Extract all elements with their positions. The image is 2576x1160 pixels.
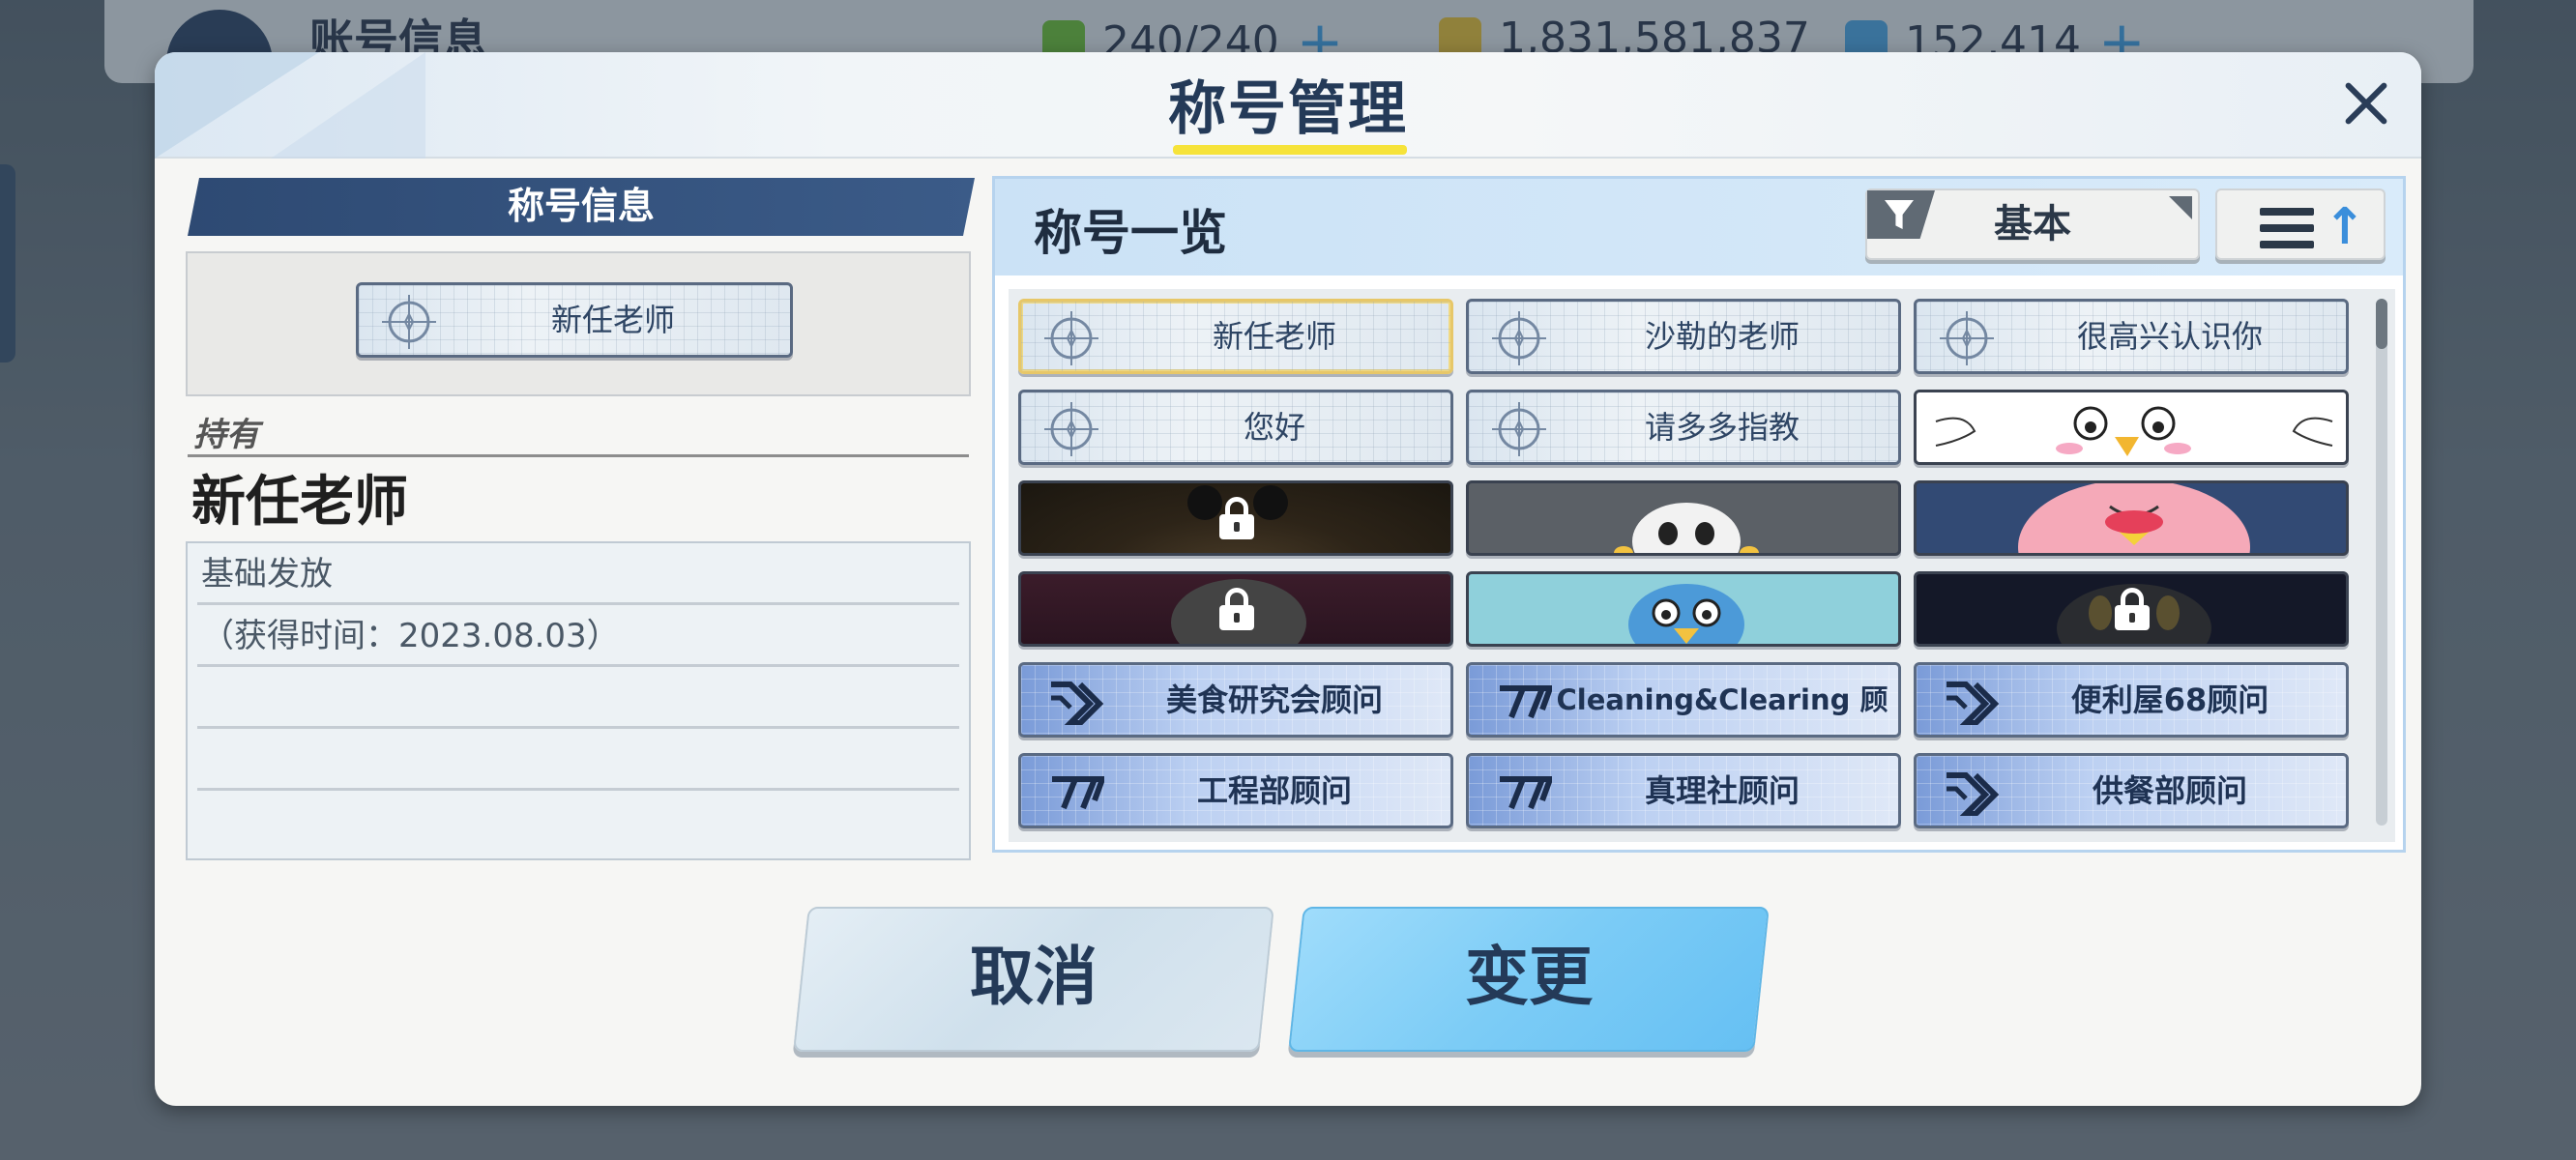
- info-row-empty: [197, 667, 959, 729]
- change-button[interactable]: 变更: [1288, 907, 1770, 1052]
- sort-list-icon: [2260, 208, 2314, 248]
- title-list-header: 称号一览 基本 ↑: [995, 179, 2403, 276]
- change-button-label: 变更: [1465, 940, 1593, 1014]
- title-list-scrollbar[interactable]: [2376, 299, 2387, 826]
- filter-button[interactable]: 基本: [1865, 188, 2200, 260]
- title-card[interactable]: 便利屋68顾问: [1914, 662, 2349, 738]
- title-card-label: 新任老师: [1212, 318, 1336, 355]
- title-card[interactable]: 工程部顾问: [1018, 753, 1453, 828]
- title-preview-label: 新任老师: [550, 302, 675, 338]
- divider: [188, 454, 969, 457]
- title-card[interactable]: 美食研究会顾问: [1018, 662, 1453, 738]
- penguin-face-icon: [1614, 503, 1759, 553]
- lock-icon: [1217, 588, 1256, 630]
- title-preview-card: 新任老师: [356, 282, 793, 358]
- title-card-locked[interactable]: [1018, 571, 1453, 647]
- title-card-label: 便利屋68顾问: [2070, 682, 2269, 718]
- title-card[interactable]: 您好: [1018, 390, 1453, 465]
- bird-face-icon: [1935, 406, 2333, 456]
- title-card-label: 请多多指教: [1644, 409, 1800, 446]
- filter-label: 基本: [1994, 202, 2071, 246]
- title-list-panel: 称号一览 基本 ↑ 新任老师 沙勒的老师 很高兴认识你 您好 请多多指教 美食研…: [992, 176, 2406, 853]
- owned-label: 持有: [193, 416, 259, 454]
- title-management-dialog: 称号管理 称号信息 新任老师 持有 新任老师 基础发放 （获得时间：2023.0…: [155, 52, 2421, 1106]
- title-underline: [1173, 145, 1407, 155]
- title-card-label: 供餐部顾问: [2092, 772, 2247, 809]
- title-acquisition-info: 基础发放 （获得时间：2023.08.03）: [186, 541, 971, 860]
- title-card-locked[interactable]: [1914, 571, 2349, 647]
- stripe-emblem-icon: [1500, 776, 1552, 810]
- title-info-header: 称号信息: [188, 178, 975, 236]
- title-card[interactable]: 很高兴认识你: [1914, 299, 2349, 374]
- crosshair-icon: [1488, 398, 1550, 460]
- chevron-emblem-icon: [1947, 772, 2000, 816]
- owned-title-name: 新任老师: [191, 471, 408, 534]
- title-card-face-image[interactable]: [1914, 390, 2349, 465]
- stripe-emblem-icon: [1052, 776, 1104, 810]
- title-card-blue-bird-image[interactable]: [1466, 571, 1901, 647]
- title-card-penguin-image[interactable]: [1466, 480, 1901, 556]
- crosshair-icon: [1040, 307, 1102, 369]
- blue-bird-icon: [1628, 584, 1744, 644]
- chevron-emblem-icon: [1947, 682, 2000, 725]
- dialog-title: 称号管理: [1168, 75, 1408, 143]
- title-card[interactable]: 供餐部顾问: [1914, 753, 2349, 828]
- title-card-label: 沙勒的老师: [1644, 318, 1800, 355]
- lock-icon: [2113, 588, 2152, 630]
- title-preview-area: 新任老师: [186, 251, 971, 396]
- scrollbar-thumb[interactable]: [2376, 299, 2387, 349]
- title-card[interactable]: 真理社顾问: [1466, 753, 1901, 828]
- title-card-locked[interactable]: [1018, 480, 1453, 556]
- title-grid[interactable]: 新任老师 沙勒的老师 很高兴认识你 您好 请多多指教 美食研究会顾问 Clean…: [1009, 289, 2395, 842]
- crosshair-icon: [1936, 307, 1998, 369]
- title-card[interactable]: Cleaning&Clearing 顾问: [1466, 662, 1901, 738]
- crosshair-icon: [1040, 398, 1102, 460]
- crosshair-icon: [1488, 307, 1550, 369]
- lock-icon: [1217, 497, 1256, 539]
- cancel-button[interactable]: 取消: [793, 907, 1274, 1052]
- chevron-emblem-icon: [1051, 682, 1104, 725]
- pink-bird-icon: [2018, 483, 2250, 553]
- close-icon[interactable]: [2334, 73, 2396, 135]
- title-card-label: 美食研究会顾问: [1165, 682, 1383, 718]
- info-row-empty: [197, 729, 959, 791]
- sort-ascending-icon: ↑: [2324, 198, 2366, 256]
- title-card-label: 很高兴认识你: [2076, 318, 2263, 355]
- title-card[interactable]: 新任老师: [1018, 299, 1453, 374]
- title-card[interactable]: 请多多指教: [1466, 390, 1901, 465]
- stripe-emblem-icon: [1500, 685, 1552, 719]
- title-card-label: Cleaning&Clearing 顾问: [1556, 683, 1888, 716]
- title-card-pink-bird-image[interactable]: [1914, 480, 2349, 556]
- cancel-button-label: 取消: [970, 940, 1098, 1014]
- acquisition-method: 基础发放: [197, 543, 959, 605]
- title-card-label: 真理社顾问: [1644, 772, 1800, 809]
- title-card[interactable]: 沙勒的老师: [1466, 299, 1901, 374]
- sort-button[interactable]: ↑: [2215, 188, 2386, 260]
- acquisition-date: （获得时间：2023.08.03）: [197, 605, 959, 667]
- title-list-heading: 称号一览: [1034, 205, 1227, 261]
- crosshair-icon: [378, 291, 440, 353]
- title-card-label: 工程部顾问: [1196, 772, 1352, 809]
- title-card-label: 您好: [1243, 409, 1305, 446]
